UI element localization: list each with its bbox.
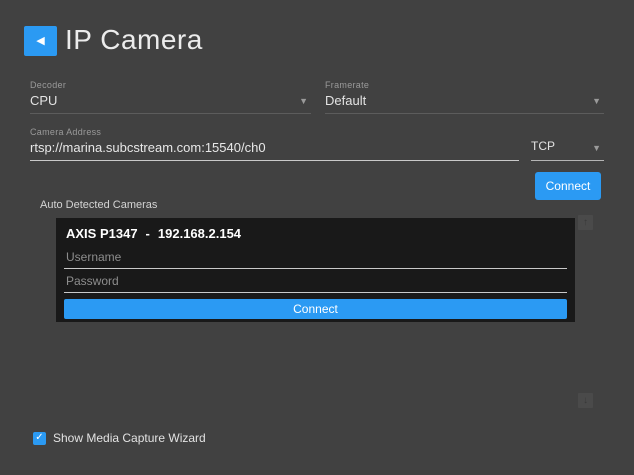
- scroll-up-button[interactable]: ↑: [578, 215, 593, 230]
- ip-camera-screen: ◀ IP Camera Decoder CPU ▼ Framerate Defa…: [0, 0, 634, 475]
- decoder-value: CPU: [30, 93, 311, 113]
- transport-protocol-dropdown[interactable]: TCP ▼: [531, 129, 604, 161]
- chevron-down-icon: ▼: [299, 97, 308, 106]
- page-title: IP Camera: [65, 24, 203, 56]
- camera-model: AXIS P1347: [66, 226, 138, 241]
- wizard-checkbox-label: Show Media Capture Wizard: [53, 431, 206, 445]
- camera-address-input[interactable]: [30, 140, 519, 160]
- decoder-dropdown[interactable]: Decoder CPU ▼: [30, 82, 311, 114]
- framerate-value: Default: [325, 93, 604, 113]
- wizard-checkbox-row: ✓ Show Media Capture Wizard: [33, 431, 206, 445]
- back-button[interactable]: ◀: [24, 26, 57, 56]
- detected-camera-card: AXIS P1347 - 192.168.2.154 Connect: [56, 218, 575, 322]
- framerate-dropdown[interactable]: Framerate Default ▼: [325, 82, 604, 114]
- camera-address-label: Camera Address: [30, 127, 519, 137]
- arrow-up-icon: ↑: [583, 218, 588, 228]
- username-input[interactable]: [64, 245, 567, 269]
- connect-button[interactable]: Connect: [535, 172, 601, 200]
- auto-detected-cameras-label: Auto Detected Cameras: [40, 199, 157, 211]
- chevron-down-icon: ▼: [592, 97, 601, 106]
- camera-ip-address: 192.168.2.154: [158, 226, 241, 241]
- password-input[interactable]: [64, 269, 567, 293]
- chevron-down-icon: ▼: [592, 144, 601, 153]
- decoder-label: Decoder: [30, 80, 311, 90]
- detected-camera-connect-button[interactable]: Connect: [64, 299, 567, 319]
- camera-address-field: Camera Address: [30, 129, 519, 161]
- back-arrow-icon: ◀: [36, 36, 44, 47]
- camera-title-separator: -: [146, 226, 150, 241]
- scroll-down-button[interactable]: ↓: [578, 393, 593, 408]
- show-wizard-checkbox[interactable]: ✓: [33, 432, 46, 445]
- detected-camera-title: AXIS P1347 - 192.168.2.154: [56, 218, 575, 245]
- check-icon: ✓: [35, 433, 43, 443]
- framerate-label: Framerate: [325, 80, 604, 90]
- arrow-down-icon: ↓: [583, 396, 588, 406]
